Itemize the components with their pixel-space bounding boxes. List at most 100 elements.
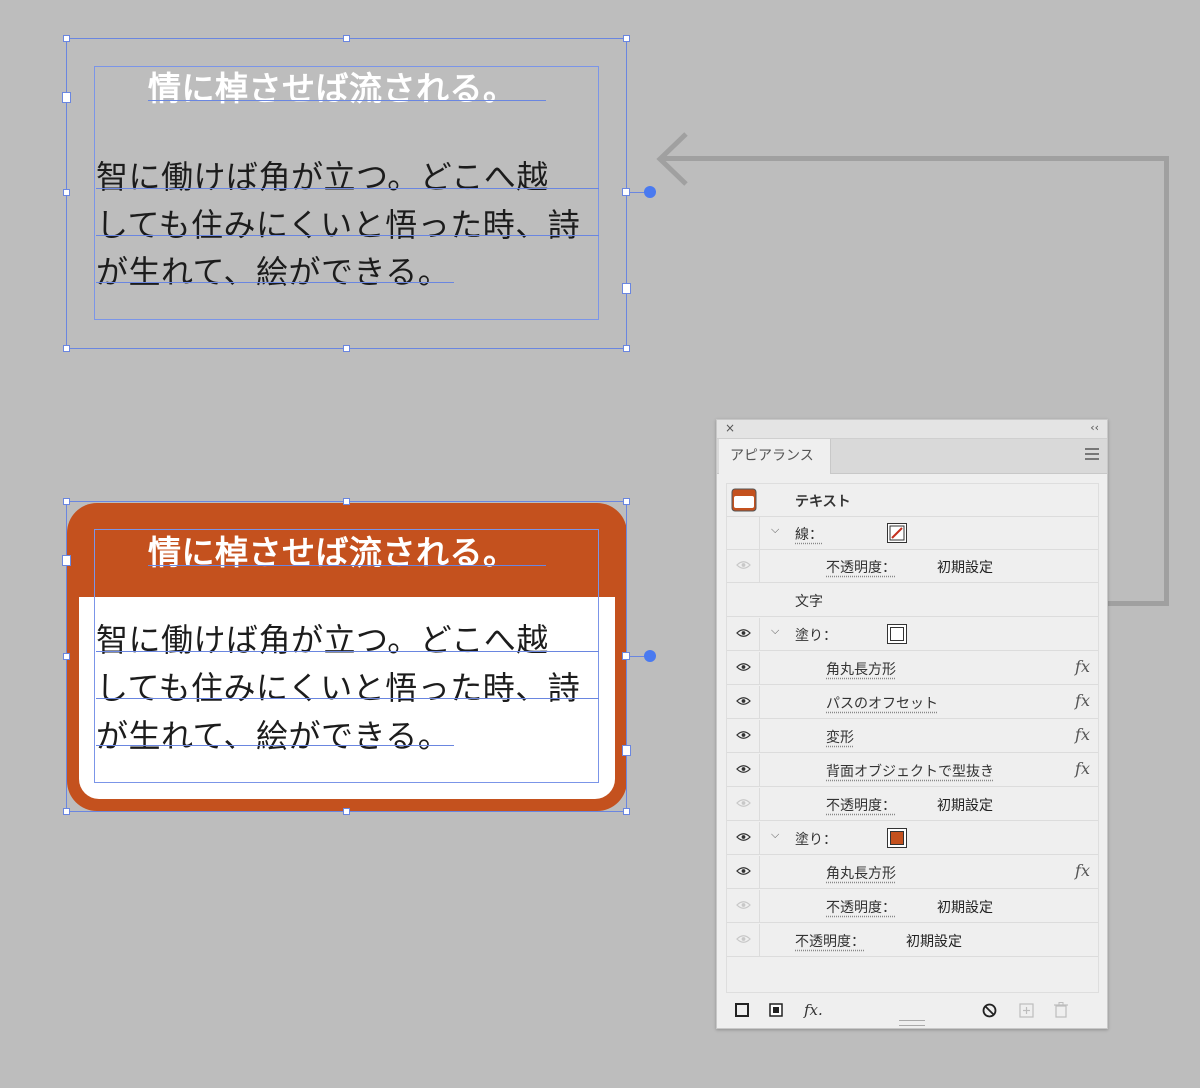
fill2-label[interactable]: 塗り： <box>795 829 837 849</box>
effect-knockout-label[interactable]: 背面オブジェクトで型抜き <box>826 761 994 781</box>
eye-icon[interactable] <box>736 730 751 740</box>
object-opacity-value: 初期設定 <box>906 934 962 950</box>
object-opacity-label[interactable]: 不透明度： <box>795 931 865 951</box>
out-port-handle[interactable] <box>622 745 631 756</box>
fx-icon[interactable]: fx <box>1075 691 1090 710</box>
add-new-stroke-icon[interactable] <box>735 1003 749 1017</box>
eye-icon[interactable] <box>736 764 751 774</box>
row-effect-knockout[interactable]: 背面オブジェクトで型抜き fx <box>727 754 1098 787</box>
row-stroke[interactable]: ⌵ 線： <box>727 517 1098 550</box>
row-fill2-opacity[interactable]: 不透明度： 初期設定 <box>727 890 1098 923</box>
fill2-opacity-label[interactable]: 不透明度： <box>826 897 896 917</box>
arrow-segment-vertical <box>1164 156 1169 606</box>
fx-icon[interactable]: fx <box>1075 657 1090 676</box>
appearance-panel: × ‹‹ アピアランス テキスト ⌵ 線： 不透明度： 初期設定 文字 ⌵ 塗り… <box>716 419 1108 1029</box>
body-baseline-2 <box>96 698 599 699</box>
effect-offset-path-label[interactable]: パスのオフセット <box>826 693 938 713</box>
visibility-empty <box>727 517 760 549</box>
connector-port[interactable] <box>622 652 630 660</box>
eye-icon-dimmed[interactable] <box>736 798 751 808</box>
row-object-opacity[interactable]: 不透明度： 初期設定 <box>727 924 1098 957</box>
chevron-down-icon[interactable]: ⌵ <box>771 828 779 842</box>
eye-icon[interactable] <box>736 662 751 672</box>
fill1-opacity-label[interactable]: 不透明度： <box>826 795 896 815</box>
in-port-handle[interactable] <box>62 555 71 566</box>
row-stroke-opacity[interactable]: 不透明度： 初期設定 <box>727 550 1098 583</box>
handle-top-right[interactable] <box>623 35 630 42</box>
eye-icon-dimmed[interactable] <box>736 560 751 570</box>
in-port-handle[interactable] <box>62 92 71 103</box>
chevron-down-icon[interactable]: ⌵ <box>771 523 779 537</box>
stroke-opacity-label[interactable]: 不透明度： <box>826 557 896 577</box>
handle-bottom-middle[interactable] <box>343 345 350 352</box>
fill1-opacity-value: 初期設定 <box>937 798 993 814</box>
connector-port[interactable] <box>622 188 630 196</box>
duplicate-item-icon[interactable] <box>1019 1003 1034 1018</box>
row-fill-orange[interactable]: ⌵ 塗り： <box>727 822 1098 855</box>
fill-white-swatch[interactable] <box>887 624 907 644</box>
resize-grip[interactable] <box>899 1020 925 1026</box>
bottom-body-line-3: が生れて、絵ができる。 <box>96 717 451 755</box>
fx-icon[interactable]: fx <box>1075 725 1090 744</box>
body-baseline-3 <box>96 282 454 283</box>
chevron-down-icon[interactable]: ⌵ <box>771 624 779 638</box>
row-fill2-effect-rounded-rect[interactable]: 角丸長方形 fx <box>727 856 1098 889</box>
fx-icon[interactable]: fx <box>1075 759 1090 778</box>
handle-middle-left[interactable] <box>63 189 70 196</box>
handle-top-left[interactable] <box>63 498 70 505</box>
bottom-headline: 情に棹させば流される。 <box>148 533 517 572</box>
tab-appearance[interactable]: アピアランス <box>719 439 831 474</box>
handle-top-middle[interactable] <box>343 498 350 505</box>
eye-icon[interactable] <box>736 696 751 706</box>
panel-titlebar[interactable]: × ‹‹ <box>717 420 1107 439</box>
appearance-list: テキスト ⌵ 線： 不透明度： 初期設定 文字 ⌵ 塗り： 角丸長方形 fx パ… <box>726 483 1099 993</box>
handle-top-middle[interactable] <box>343 35 350 42</box>
handle-bottom-left[interactable] <box>63 345 70 352</box>
row-effect-offset-path[interactable]: パスのオフセット fx <box>727 686 1098 719</box>
eye-icon-dimmed[interactable] <box>736 934 751 944</box>
row-effect-rounded-rect[interactable]: 角丸長方形 fx <box>727 652 1098 685</box>
row-characters[interactable]: 文字 <box>727 584 1098 617</box>
eye-icon-dimmed[interactable] <box>736 900 751 910</box>
row-effect-transform[interactable]: 変形 fx <box>727 720 1098 753</box>
row-fill-white[interactable]: ⌵ 塗り： <box>727 618 1098 651</box>
panel-menu-icon[interactable] <box>1085 448 1099 463</box>
handle-bottom-right[interactable] <box>623 345 630 352</box>
eye-icon[interactable] <box>736 832 751 842</box>
handle-middle-left[interactable] <box>63 653 70 660</box>
stroke-label[interactable]: 線： <box>795 524 823 544</box>
add-effect-fx-icon[interactable]: fx. <box>804 1001 823 1019</box>
fill1-label[interactable]: 塗り： <box>795 625 837 645</box>
fill-orange-swatch[interactable] <box>887 828 907 848</box>
handle-bottom-left[interactable] <box>63 808 70 815</box>
top-headline: 情に棹させば流される。 <box>148 69 517 108</box>
body-baseline-1 <box>96 651 599 652</box>
fx-icon[interactable]: fx <box>1075 861 1090 880</box>
delete-trash-icon[interactable] <box>1054 1002 1068 1018</box>
fill2-effect-label[interactable]: 角丸長方形 <box>826 863 896 883</box>
stroke-none-swatch-icon[interactable] <box>887 523 907 543</box>
close-icon[interactable]: × <box>725 421 735 435</box>
row-fill1-opacity[interactable]: 不透明度： 初期設定 <box>727 788 1098 821</box>
effect-rounded-rect-label[interactable]: 角丸長方形 <box>826 659 896 679</box>
handle-top-left[interactable] <box>63 35 70 42</box>
connector-dot[interactable] <box>644 650 656 662</box>
add-new-fill-icon[interactable] <box>769 1003 783 1017</box>
fill2-opacity-value: 初期設定 <box>937 900 993 916</box>
bottom-body-line-2: しても住みにくいと悟った時、詩 <box>96 669 581 707</box>
eye-icon[interactable] <box>736 628 751 638</box>
out-port-handle[interactable] <box>622 283 631 294</box>
eye-icon[interactable] <box>736 866 751 876</box>
text-thumbnail-icon <box>731 488 757 512</box>
row-text[interactable]: テキスト <box>727 484 1098 517</box>
collapse-icon[interactable]: ‹‹ <box>1090 421 1099 434</box>
clear-appearance-icon[interactable] <box>982 1003 997 1018</box>
effect-transform-label[interactable]: 変形 <box>826 727 854 747</box>
handle-bottom-middle[interactable] <box>343 808 350 815</box>
body-baseline-1 <box>96 188 599 189</box>
stroke-opacity-value: 初期設定 <box>937 560 993 576</box>
handle-bottom-right[interactable] <box>623 808 630 815</box>
handle-top-right[interactable] <box>623 498 630 505</box>
arrow-segment-horizontal-top <box>662 156 1169 161</box>
body-baseline-2 <box>96 235 599 236</box>
